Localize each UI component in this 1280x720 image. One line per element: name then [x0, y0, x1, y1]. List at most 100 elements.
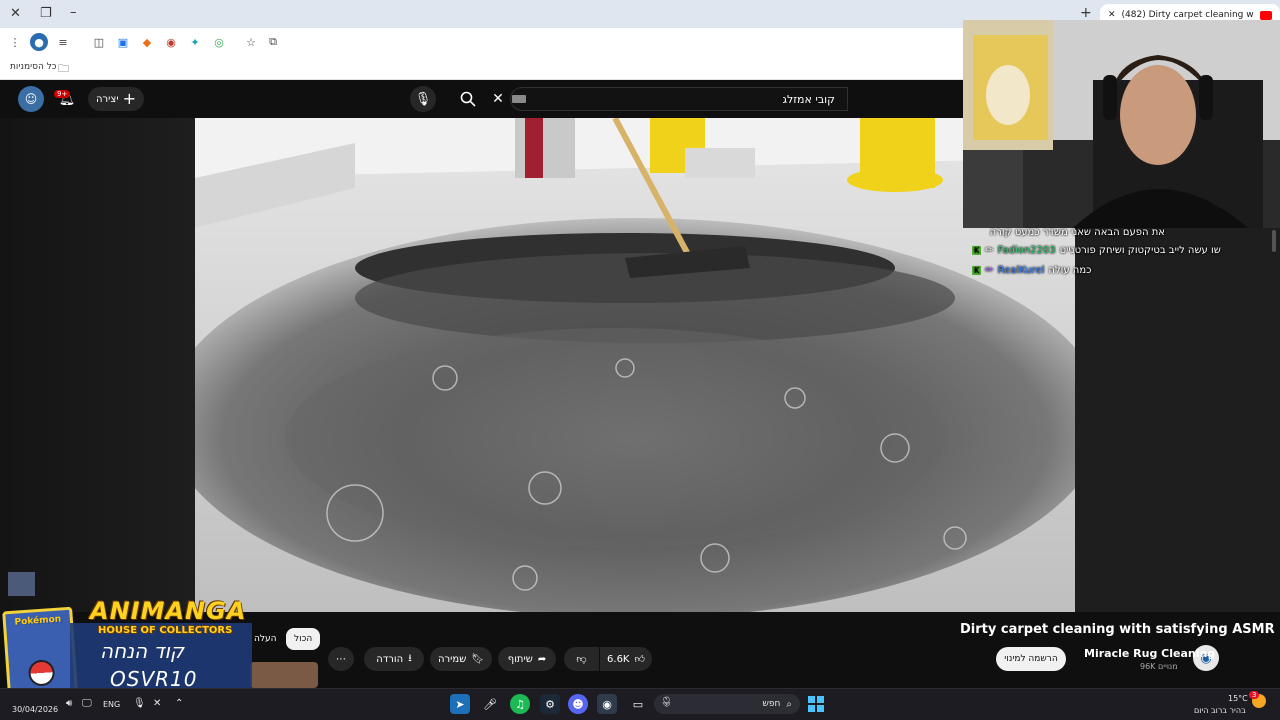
weather-desc[interactable]: בהיר ברוב היום: [1194, 706, 1246, 715]
save-label: שמירה: [438, 653, 467, 665]
chat-badge-icon: K: [972, 266, 982, 275]
telegram-icon[interactable]: ➤: [450, 694, 470, 714]
extension-icon[interactable]: ◎: [210, 33, 228, 51]
download-icon: ⭳: [408, 652, 412, 664]
new-tab-icon[interactable]: +: [1080, 5, 1092, 21]
recommended-video-thumbnail[interactable]: [250, 662, 318, 688]
filter-chip-label: הכול: [294, 634, 313, 644]
windows-start-icon[interactable]: [806, 694, 826, 714]
avatar-icon: ☺: [24, 92, 38, 106]
like-button[interactable]: 6.6K 👍︎: [600, 647, 652, 671]
scrollbar[interactable]: [1272, 230, 1276, 252]
video-title: Dirty carpet cleaning with satisfying AS…: [960, 622, 1275, 637]
folder-icon: 🗀: [58, 62, 69, 75]
chat-message: כמה עולה RealKurel ✏ K: [972, 265, 1091, 276]
bookmark-star-icon[interactable]: ☆: [242, 33, 260, 51]
channel-name[interactable]: Miracle Rug Cleaning: [1084, 647, 1215, 660]
thumbs-down-icon: 👎︎: [576, 654, 587, 665]
pokemon-card-label: Pokémon: [14, 614, 62, 628]
steam-icon[interactable]: ⚙: [540, 694, 560, 714]
reading-list-icon[interactable]: ≡: [54, 33, 72, 51]
volume-icon[interactable]: 🔊︎: [66, 698, 72, 709]
pokeball-icon: [27, 659, 56, 687]
extensions-icon[interactable]: ◫: [90, 33, 108, 51]
like-count: 6.6K: [607, 653, 630, 665]
tray-chevron-up-icon[interactable]: ⌃: [175, 698, 183, 709]
chat-username: RealKurel: [997, 265, 1045, 276]
more-actions-button[interactable]: ⋯: [328, 647, 354, 671]
create-button[interactable]: יצירה +: [88, 87, 144, 111]
streamer-logo-icon: [8, 572, 35, 596]
restore-window-icon[interactable]: ❐: [40, 6, 52, 21]
filter-chip-label: העלה: [254, 634, 277, 644]
clear-search-icon[interactable]: ✕: [486, 87, 510, 111]
chat-message-text: שו עשה לייב בטיקטוק ושיחק פורטנייט: [1059, 245, 1221, 256]
spotify-icon[interactable]: ♫: [510, 694, 530, 714]
download-label: הורדה: [376, 653, 404, 665]
discord-icon[interactable]: ☻: [568, 694, 588, 714]
chat-message-text: את הפעם הבאה שאני משדר כמעט קורה: [989, 227, 1165, 238]
weather-temp[interactable]: 15°C: [1228, 694, 1248, 703]
file-explorer-icon[interactable]: ▭: [628, 694, 648, 714]
subscriber-count: 96K מנויים: [1140, 662, 1178, 671]
network-icon[interactable]: 🖵: [82, 698, 92, 709]
left-background: [0, 118, 195, 612]
chat-message-text: כמה עולה: [1048, 265, 1092, 276]
pokemon-card: Pokémon: [2, 606, 78, 696]
search-icon[interactable]: [455, 86, 481, 112]
search-icon: ⌕: [786, 698, 792, 710]
download-button[interactable]: הורדה ⭳: [364, 647, 424, 671]
share-button[interactable]: שיתוף ➦: [498, 647, 556, 671]
tab-title: (482) Dirty carpet cleaning with: [1121, 10, 1254, 20]
sponsor-banner: Pokémon ANIMANGA HOUSE OF COLLECTORS קוד…: [0, 595, 255, 696]
notifications-badge: 9+: [54, 90, 71, 98]
chat-badge-icon: K: [972, 246, 982, 255]
video-player[interactable]: [195, 118, 1075, 612]
avatar[interactable]: ☺: [18, 86, 44, 112]
create-label: יצירה: [96, 93, 119, 105]
minimize-window-icon[interactable]: –: [70, 5, 77, 20]
microphone-icon[interactable]: 🎙︎: [133, 698, 146, 709]
chat-message: את הפעם הבאה שאני משדר כמעט קורה: [975, 227, 1165, 238]
app-icon[interactable]: 🎤︎: [480, 694, 500, 714]
extension-icon[interactable]: ▣: [114, 33, 132, 51]
youtube-favicon-icon: [1260, 10, 1272, 20]
taskbar-date[interactable]: 30/04/2026: [12, 705, 58, 714]
voice-search-mic-icon[interactable]: 🎙︎: [410, 86, 436, 112]
close-tab-icon[interactable]: ✕: [1108, 10, 1116, 20]
save-button[interactable]: שמירה 🔖︎: [430, 647, 492, 671]
close-window-icon[interactable]: ✕: [10, 6, 21, 21]
extension-icon[interactable]: ✦: [186, 33, 204, 51]
video-frame: [195, 118, 1075, 612]
promo-subtitle: HOUSE OF COLLECTORS: [98, 625, 233, 636]
extension-icon[interactable]: ◆: [138, 33, 156, 51]
chat-username: Fadion2203: [997, 245, 1056, 256]
more-horizontal-icon: ⋯: [336, 653, 346, 665]
thumbs-up-icon: 👍︎: [634, 654, 645, 665]
subscribe-button[interactable]: הרשמה למינוי: [996, 647, 1066, 671]
keyboard-icon[interactable]: [512, 95, 526, 103]
search-input[interactable]: קובי אמזלג: [510, 87, 848, 111]
subscribe-label: הרשמה למינוי: [1004, 654, 1058, 664]
chrome-icon[interactable]: ◉: [597, 694, 617, 714]
bookmark-icon: 🔖︎: [471, 653, 484, 665]
filter-chip-all[interactable]: הכול: [286, 628, 321, 650]
promo-brand: ANIMANGA: [90, 597, 247, 625]
share-arrow-icon: ➦: [537, 653, 547, 665]
streamer-webcam: [963, 20, 1280, 228]
dislike-button[interactable]: 👎︎: [564, 647, 599, 671]
taskbar-search[interactable]: חפש ⌕: [654, 694, 800, 714]
all-bookmarks-label[interactable]: כל הסימניות: [10, 62, 57, 72]
search-input-value: קובי אמזלג: [782, 92, 835, 106]
taskbar-search-placeholder: חפש: [762, 699, 781, 709]
cast-icon[interactable]: ⧉: [264, 33, 282, 51]
extension-icon[interactable]: ◉: [162, 33, 180, 51]
chat-pencil-icon: ✏: [985, 245, 994, 256]
chat-pencil-icon: ✏: [985, 265, 994, 276]
bluetooth-off-icon[interactable]: ✕: [153, 698, 161, 709]
menu-kebab-icon[interactable]: ⋮: [6, 33, 24, 51]
profile-icon[interactable]: ●: [30, 33, 48, 51]
plus-icon: +: [122, 89, 136, 108]
language-indicator[interactable]: ENG: [103, 700, 120, 709]
share-label: שיתוף: [507, 653, 533, 665]
